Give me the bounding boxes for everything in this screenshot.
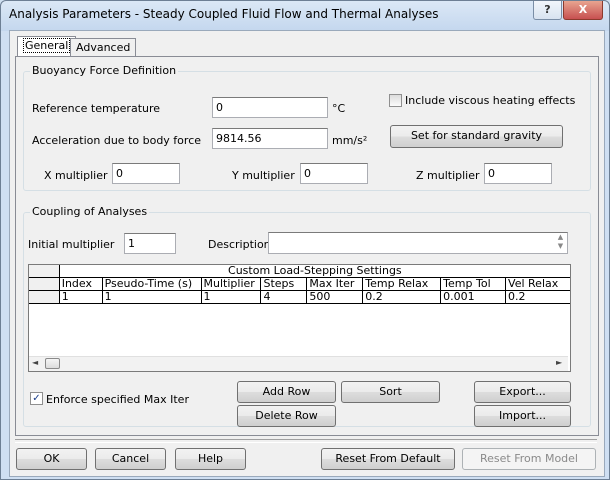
scroll-left-arrow-icon[interactable]: ◄ <box>32 358 38 367</box>
grid-caption: Custom Load-Stepping Settings <box>59 265 570 278</box>
title-bar[interactable]: Analysis Parameters - Steady Coupled Flu… <box>1 1 609 27</box>
cell-steps[interactable]: 4 <box>260 290 308 304</box>
cancel-button[interactable]: Cancel <box>95 448 166 470</box>
column-header-pseudo-time[interactable]: Pseudo-Time (s) <box>102 277 202 291</box>
help-caption-button[interactable]: ? <box>533 1 562 20</box>
export-button[interactable]: Export... <box>474 381 571 403</box>
reset-from-default-button[interactable]: Reset From Default <box>321 448 455 470</box>
coupling-group-label: Coupling of Analyses <box>30 205 150 218</box>
scrollbar-thumb[interactable] <box>45 358 60 369</box>
description-label: Description <box>208 238 271 251</box>
column-header-max-iter[interactable]: Max Iter <box>306 277 364 291</box>
cell-index[interactable]: 1 <box>59 290 103 304</box>
column-header-vel-relax[interactable]: Vel Relax <box>505 277 570 291</box>
delete-row-button[interactable]: Delete Row <box>237 405 336 427</box>
x-multiplier-input[interactable]: 0 <box>112 163 180 184</box>
cell-vel-relax[interactable]: 0.2 <box>505 290 570 304</box>
set-standard-gravity-button[interactable]: Set for standard gravity <box>390 125 563 148</box>
enforce-max-iter-label: Enforce specified Max Iter <box>46 393 189 406</box>
tab-advanced-label: Advanced <box>76 41 131 54</box>
row-header[interactable] <box>29 290 60 304</box>
dialog-client-area: General Advanced Buoyancy Force Definiti… <box>9 30 605 477</box>
window-title: Analysis Parameters - Steady Coupled Flu… <box>9 7 439 21</box>
cell-pseudo-time[interactable]: 1 <box>102 290 202 304</box>
scroll-right-arrow-icon[interactable]: ► <box>556 358 562 367</box>
column-header-temp-tol[interactable]: Temp Tol <box>440 277 507 291</box>
ok-button[interactable]: OK <box>16 448 87 470</box>
sort-button[interactable]: Sort <box>341 381 440 403</box>
grid-horizontal-scrollbar[interactable]: ◄ ► <box>29 356 568 371</box>
cell-max-iter[interactable]: 500 <box>306 290 364 304</box>
acceleration-label: Acceleration due to body force <box>32 134 202 147</box>
add-row-button[interactable]: Add Row <box>237 381 336 403</box>
initial-multiplier-label: Initial multiplier <box>28 238 115 251</box>
cell-temp-tol[interactable]: 0.001 <box>440 290 507 304</box>
column-header-temp-relax[interactable]: Temp Relax <box>362 277 442 291</box>
cell-multiplier[interactable]: 1 <box>201 290 262 304</box>
description-scroll-arrows-icon[interactable]: ▲ ▼ <box>554 233 567 253</box>
x-multiplier-label: X multiplier <box>44 169 108 182</box>
grid-corner-cell <box>29 265 60 278</box>
viscous-heating-checkbox[interactable] <box>389 94 402 107</box>
reference-temperature-input[interactable]: 0 <box>212 97 328 118</box>
close-button[interactable]: X <box>563 1 603 20</box>
tab-general[interactable]: General <box>17 36 77 57</box>
help-button[interactable]: Help <box>175 448 246 470</box>
acceleration-unit: mm/s² <box>332 134 368 147</box>
load-stepping-table: Custom Load-Stepping Settings Index Pseu… <box>29 265 570 304</box>
column-header-multiplier[interactable]: Multiplier <box>201 277 262 291</box>
z-multiplier-input[interactable]: 0 <box>484 163 552 184</box>
y-multiplier-input[interactable]: 0 <box>300 163 368 184</box>
initial-multiplier-input[interactable]: 1 <box>124 233 176 254</box>
grid-header-row: Index Pseudo-Time (s) Multiplier Steps M… <box>29 277 570 291</box>
viscous-heating-label: Include viscous heating effects <box>405 94 576 107</box>
reset-from-model-button[interactable]: Reset From Model <box>462 448 596 470</box>
reference-temperature-unit: °C <box>332 102 346 115</box>
import-button[interactable]: Import... <box>474 405 571 427</box>
y-multiplier-label: Y multiplier <box>232 169 295 182</box>
row-header-blank <box>29 277 60 291</box>
z-multiplier-label: Z multiplier <box>416 169 480 182</box>
description-input[interactable] <box>268 232 568 254</box>
tab-general-label: General <box>23 38 71 53</box>
tab-advanced[interactable]: Advanced <box>70 38 137 57</box>
reference-temperature-label: Reference temperature <box>32 102 161 115</box>
enforce-max-iter-checkbox[interactable]: ✓ <box>30 392 43 405</box>
dialog-window: Analysis Parameters - Steady Coupled Flu… <box>0 0 610 480</box>
load-stepping-grid[interactable]: Custom Load-Stepping Settings Index Pseu… <box>28 264 571 372</box>
grid-caption-row: Custom Load-Stepping Settings <box>29 265 570 278</box>
general-tab-panel: Buoyancy Force Definition Reference temp… <box>15 56 599 436</box>
cell-temp-relax[interactable]: 0.2 <box>362 290 442 304</box>
column-header-steps[interactable]: Steps <box>260 277 308 291</box>
buoyancy-group-label: Buoyancy Force Definition <box>30 64 179 77</box>
column-header-index[interactable]: Index <box>59 277 103 291</box>
table-row[interactable]: 1 1 1 4 500 0.2 0.001 0.2 <box>29 290 570 304</box>
acceleration-input[interactable]: 9814.56 <box>212 128 328 149</box>
footer-separator <box>15 439 597 443</box>
